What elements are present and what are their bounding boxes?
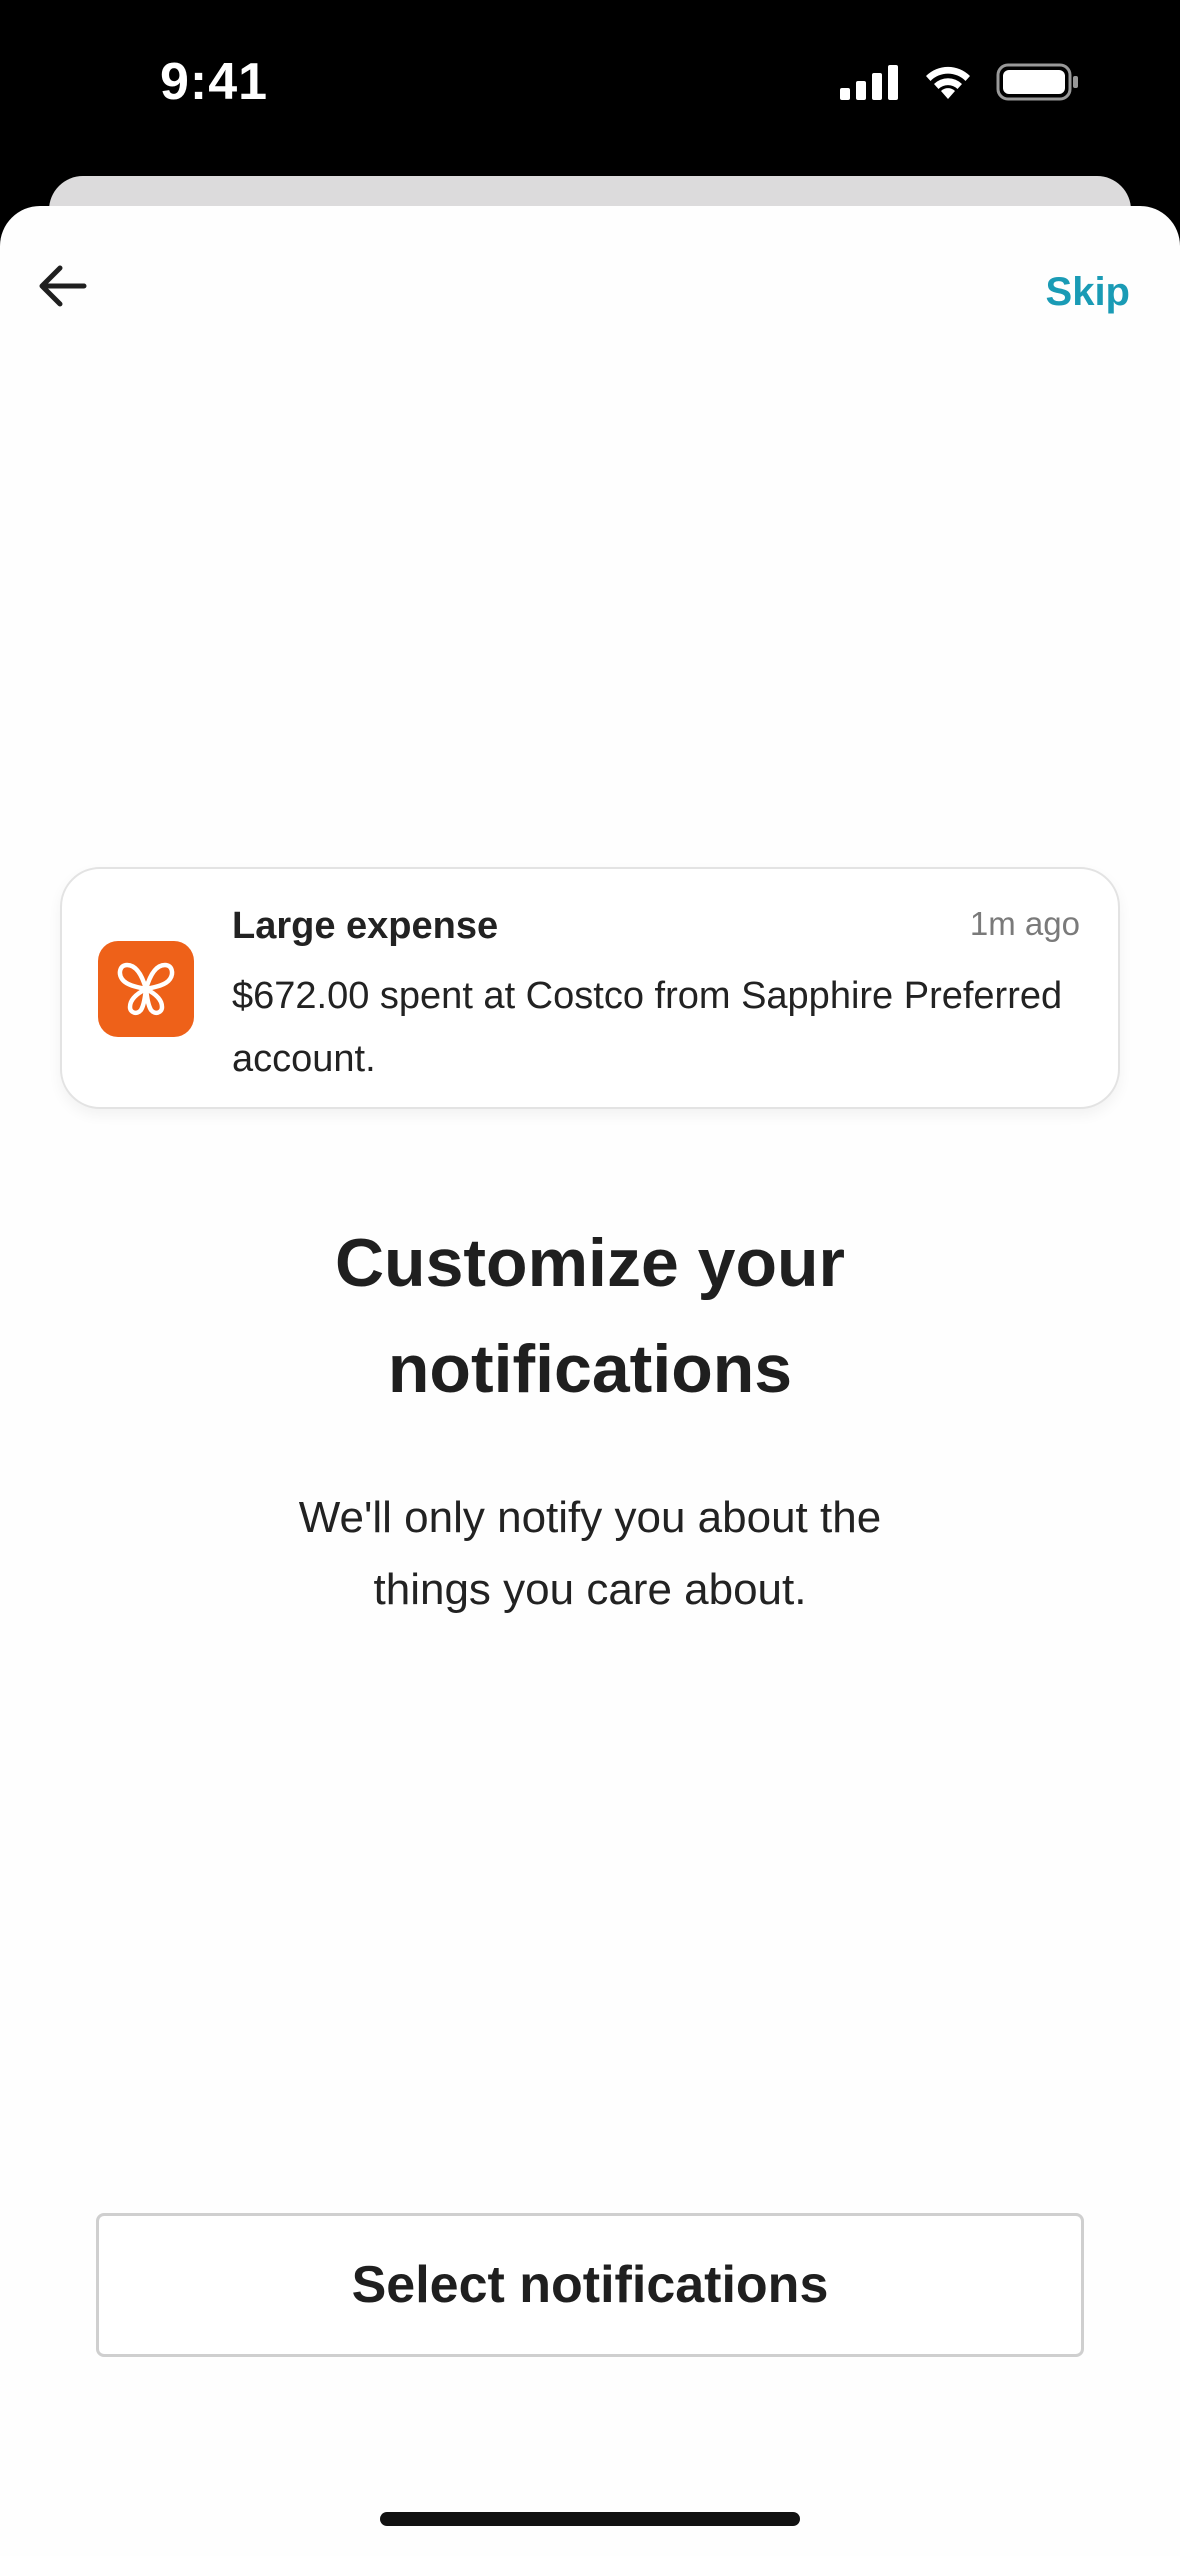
notification-body: $672.00 spent at Costco from Sapphire Pr… bbox=[232, 975, 1063, 1080]
page-subtitle-text: We'll only notify you about the things y… bbox=[298, 1493, 882, 1614]
butterfly-icon bbox=[117, 962, 175, 1016]
skip-button[interactable]: Skip bbox=[1046, 270, 1130, 315]
wifi-icon bbox=[926, 66, 970, 99]
arrow-left-icon bbox=[39, 265, 87, 307]
page-title-text: Customize your notifications bbox=[334, 1225, 846, 1407]
battery-icon bbox=[996, 63, 1078, 101]
app-icon bbox=[98, 941, 194, 1037]
cellular-signal-icon bbox=[840, 65, 898, 100]
back-button[interactable] bbox=[30, 254, 94, 318]
status-time: 9:41 bbox=[160, 53, 269, 111]
notification-time: 1m ago bbox=[969, 905, 1080, 942]
select-notifications-button[interactable]: Select notifications bbox=[96, 2213, 1084, 2357]
notification-title: Large expense bbox=[232, 905, 499, 947]
status-bar: 9:41 bbox=[0, 0, 1180, 190]
status-icons bbox=[840, 62, 1080, 102]
page-subtitle: We'll only notify you about the things y… bbox=[0, 1482, 1180, 1626]
page-title: Customize your notifications bbox=[0, 1210, 1180, 1422]
notification-preview-card: Large expense 1m ago $672.00 spent at Co… bbox=[60, 867, 1120, 1109]
home-indicator bbox=[380, 2512, 800, 2526]
